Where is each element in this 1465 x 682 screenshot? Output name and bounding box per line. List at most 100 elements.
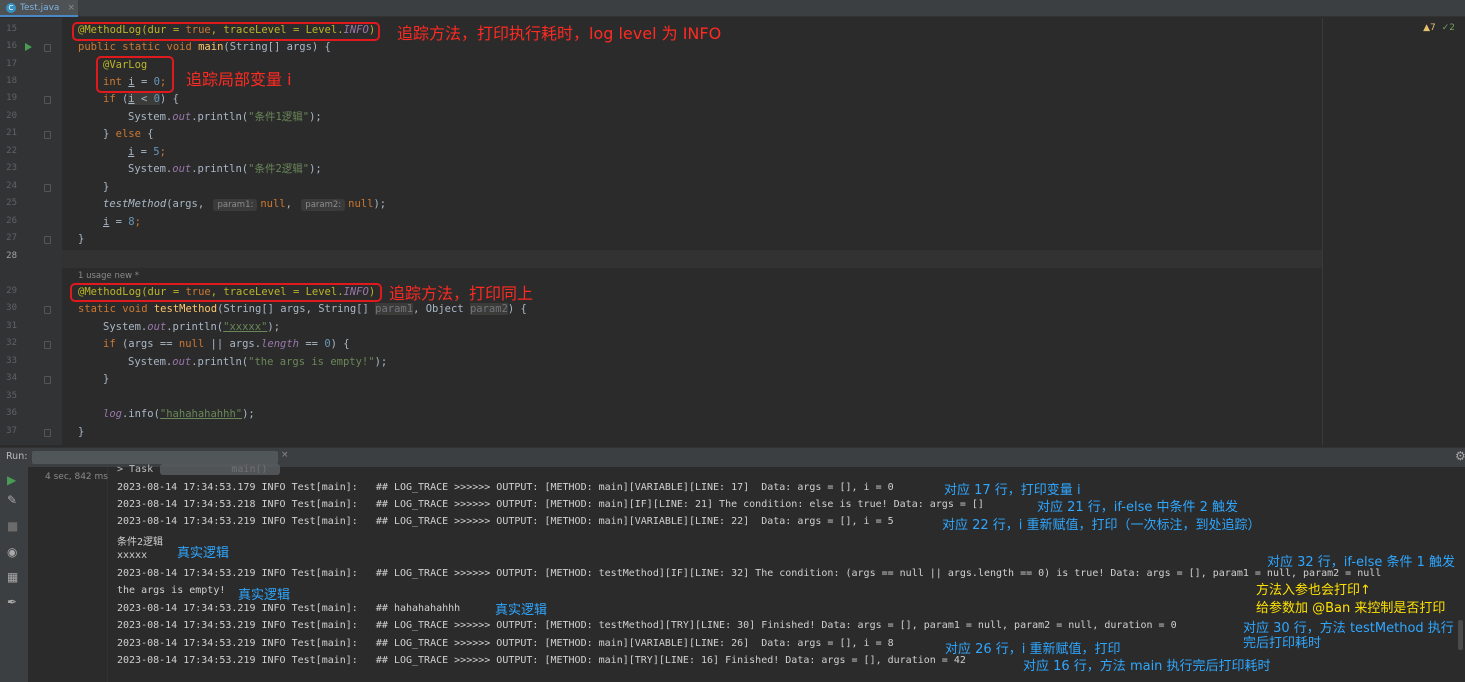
code-line-16: public static void main(String[] args) { bbox=[78, 41, 331, 53]
eye-icon[interactable]: ◉ bbox=[7, 545, 17, 559]
fold-marker-icon[interactable] bbox=[44, 306, 51, 314]
code-line-23: System.out.println("条件2逻辑"); bbox=[128, 163, 322, 175]
console-line: 2023-08-14 17:34:53.219 INFO Test[main]:… bbox=[117, 568, 1382, 579]
code-line-26: i = 8; bbox=[103, 216, 141, 228]
fold-marker-icon[interactable] bbox=[44, 376, 51, 384]
line-number: 24 bbox=[6, 181, 17, 191]
inspection-widget[interactable]: ▲7 ✓2 bbox=[1423, 23, 1455, 33]
line-number: 34 bbox=[6, 373, 17, 383]
usage-hint[interactable]: 1 usage new * bbox=[78, 271, 139, 281]
console-line: the args is empty! bbox=[117, 585, 226, 596]
console-line: 2023-08-14 17:34:53.219 INFO Test[main]:… bbox=[117, 655, 966, 666]
console-line: 2023-08-14 17:34:53.219 INFO Test[main]:… bbox=[117, 620, 1177, 631]
console-line: 2023-08-14 17:34:53.218 INFO Test[main]:… bbox=[117, 499, 984, 510]
line-number: 31 bbox=[6, 321, 17, 331]
console-line: 条件2逻辑 bbox=[117, 537, 164, 548]
line-number: 30 bbox=[6, 303, 17, 313]
tab-label: Test.java bbox=[20, 2, 60, 13]
line-number: 22 bbox=[6, 146, 17, 156]
code-line-37: } bbox=[78, 426, 85, 438]
fold-marker-icon[interactable] bbox=[44, 96, 51, 104]
annotation-line-21: 对应 21 行，if-else 中条件 2 触发 bbox=[1037, 500, 1239, 515]
fold-marker-icon[interactable] bbox=[44, 341, 51, 349]
console-line: xxxxx bbox=[117, 550, 148, 561]
right-margin-guide bbox=[1322, 18, 1323, 445]
line-number: 21 bbox=[6, 128, 17, 138]
check-count[interactable]: ✓2 bbox=[1442, 23, 1455, 33]
line-number: 27 bbox=[6, 233, 17, 243]
pin-icon[interactable]: ✒ bbox=[7, 595, 17, 609]
tab-test-java[interactable]: C Test.java × bbox=[0, 0, 78, 17]
fold-marker-icon[interactable] bbox=[44, 236, 51, 244]
run-gutter-icon[interactable] bbox=[25, 43, 32, 51]
annotation-line-30-cont: 完后打印耗时 bbox=[1243, 636, 1322, 651]
line-number: 16 bbox=[6, 41, 17, 51]
annotation-params-printed: 方法入参也会打印↑ bbox=[1256, 583, 1371, 598]
code-line-27: } bbox=[78, 233, 85, 245]
console-scrollbar[interactable] bbox=[1458, 620, 1463, 650]
run-tree bbox=[28, 467, 108, 682]
rerun-icon[interactable]: ▶ bbox=[7, 473, 16, 487]
line-number: 25 bbox=[6, 198, 17, 208]
line-number: 33 bbox=[6, 356, 17, 366]
line-number: 35 bbox=[6, 391, 17, 401]
wrench-icon[interactable]: ✎ bbox=[7, 493, 17, 507]
line-number: 37 bbox=[6, 426, 17, 436]
run-label: Run: bbox=[6, 451, 28, 462]
annotation-line-16: 对应 16 行，方法 main 执行完后打印耗时 bbox=[1023, 659, 1271, 674]
console-line: 2023-08-14 17:34:53.219 INFO Test[main]:… bbox=[117, 603, 461, 614]
line-number: 36 bbox=[6, 408, 17, 418]
code-line-19: if (i < 0) { bbox=[103, 93, 179, 105]
code-line-20: System.out.println("条件1逻辑"); bbox=[128, 111, 322, 123]
code-line-31: System.out.println("xxxxx"); bbox=[103, 321, 281, 333]
annotation-real-logic-2: 真实逻辑 bbox=[238, 588, 291, 603]
code-line-24: } bbox=[103, 181, 110, 193]
line-number: 19 bbox=[6, 93, 17, 103]
fold-marker-icon[interactable] bbox=[44, 184, 51, 192]
line-number: 20 bbox=[6, 111, 17, 121]
annotation-line-22: 对应 22 行，i 重新赋值，打印（一次标注，到处追踪） bbox=[942, 518, 1261, 533]
annotation-var-trace: 追踪局部变量 i bbox=[186, 70, 292, 89]
line-number: 32 bbox=[6, 338, 17, 348]
run-configuration-tab[interactable] bbox=[32, 451, 278, 464]
stop-icon[interactable]: ■ bbox=[7, 519, 18, 533]
line-number: 29 bbox=[6, 286, 17, 296]
editor-tab-bar bbox=[0, 0, 1465, 17]
line-number: 23 bbox=[6, 163, 17, 173]
close-icon[interactable]: × bbox=[67, 3, 75, 13]
code-line-33: System.out.println("the args is empty!")… bbox=[128, 356, 388, 368]
run-duration: 4 sec, 842 ms bbox=[45, 472, 108, 482]
annotation-real-logic-3: 真实逻辑 bbox=[495, 603, 548, 618]
code-line-32: if (args == null || args.length == 0) { bbox=[103, 338, 350, 350]
current-line-highlight bbox=[62, 250, 1322, 268]
redacted-region bbox=[160, 464, 280, 475]
annotation-method-trace: 追踪方法，打印执行耗时，log level 为 INFO bbox=[397, 24, 722, 43]
line-number: 15 bbox=[6, 24, 17, 34]
console-line: 2023-08-14 17:34:53.179 INFO Test[main]:… bbox=[117, 482, 894, 493]
fold-marker-icon[interactable] bbox=[44, 429, 51, 437]
annotation-box-varlog bbox=[96, 56, 174, 93]
console-line: 2023-08-14 17:34:53.219 INFO Test[main]:… bbox=[117, 516, 894, 527]
annotation-box-line-15 bbox=[72, 22, 380, 41]
fold-marker-icon[interactable] bbox=[44, 44, 51, 52]
code-line-36: log.info("hahahahahhh"); bbox=[103, 408, 255, 420]
param-hint: param1: bbox=[213, 199, 258, 211]
warning-count[interactable]: ▲7 bbox=[1423, 23, 1436, 33]
param-hint: param2: bbox=[301, 199, 346, 211]
console-line: 2023-08-14 17:34:53.219 INFO Test[main]:… bbox=[117, 638, 894, 649]
code-line-22: i = 5; bbox=[128, 146, 166, 158]
run-toolbar: ▶ ✎ ■ ◉ ▦ ✒ bbox=[0, 467, 28, 682]
annotation-box-line-29 bbox=[70, 283, 382, 302]
line-number: 26 bbox=[6, 216, 17, 226]
annotation-method-trace-same: 追踪方法，打印同上 bbox=[389, 284, 534, 303]
line-number: 17 bbox=[6, 59, 17, 69]
close-icon[interactable]: × bbox=[281, 450, 289, 460]
layout-icon[interactable]: ▦ bbox=[7, 570, 18, 584]
java-class-icon: C bbox=[6, 2, 16, 13]
line-number: 18 bbox=[6, 76, 17, 86]
fold-marker-icon[interactable] bbox=[44, 131, 51, 139]
gear-icon[interactable]: ⚙ bbox=[1455, 449, 1465, 463]
annotation-ban-control: 给参数加 @Ban 来控制是否打印 bbox=[1256, 601, 1446, 616]
code-line-25: testMethod(args, param1: null, param2: nul… bbox=[103, 198, 387, 211]
code-line-21: } else { bbox=[103, 128, 154, 140]
